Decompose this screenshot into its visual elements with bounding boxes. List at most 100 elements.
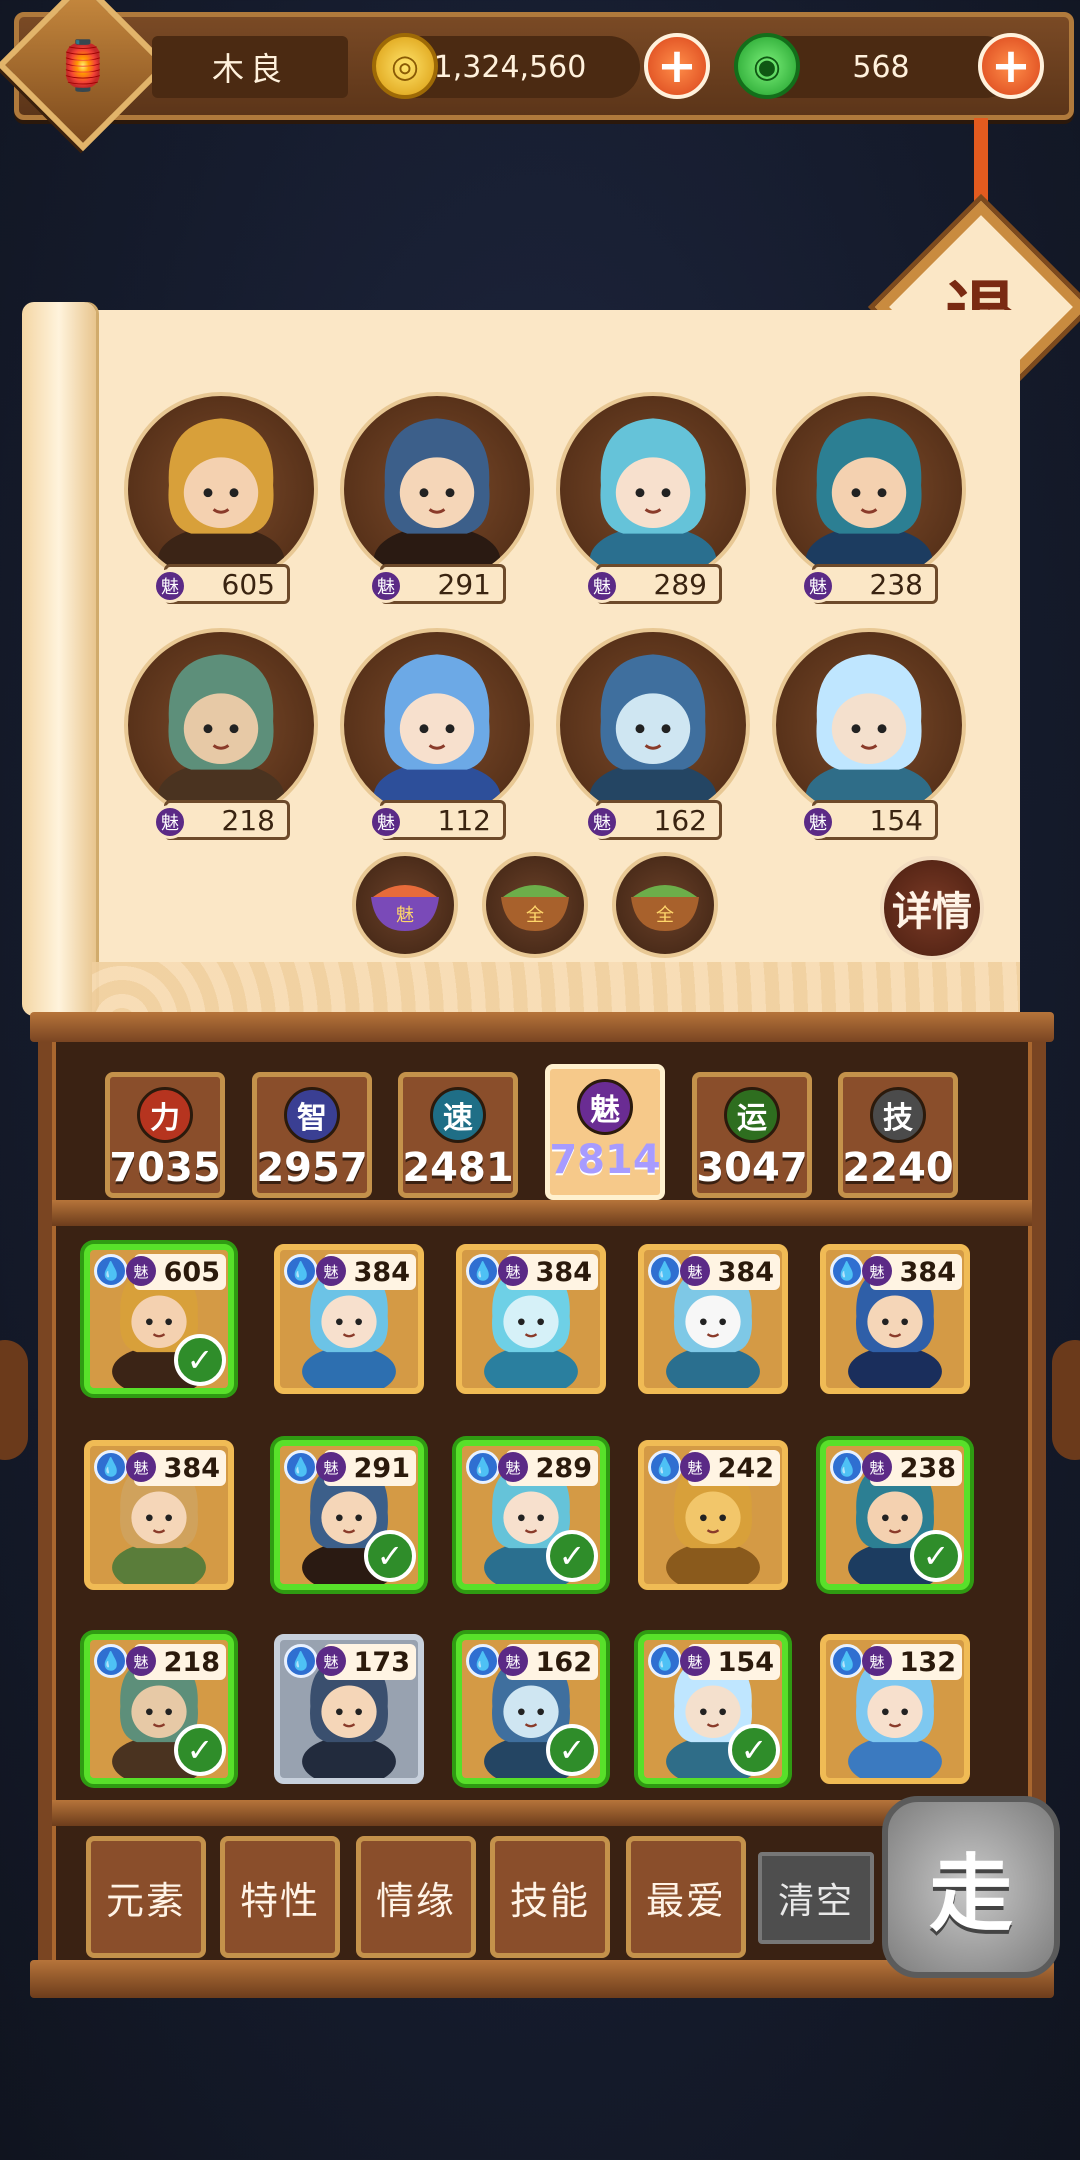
charm-icon: 魅 bbox=[680, 1646, 710, 1676]
treasure-box-icon[interactable]: 全 bbox=[612, 852, 718, 958]
water-drop-icon: 💧 bbox=[830, 1254, 864, 1288]
charm-value: 605 bbox=[221, 567, 275, 601]
water-drop-icon: 💧 bbox=[830, 1644, 864, 1678]
filter-skill-button[interactable]: 技能 bbox=[490, 1836, 610, 1958]
filter-favorite-button[interactable]: 最爱 bbox=[626, 1836, 746, 1958]
hero-card-charm: 魅 605 bbox=[126, 1254, 226, 1290]
water-drop-icon: 💧 bbox=[284, 1450, 318, 1484]
charm-value: 384 bbox=[899, 1256, 956, 1288]
hero-card[interactable]: 💧 魅 384 bbox=[638, 1244, 788, 1394]
check-icon: ✓ bbox=[546, 1724, 598, 1776]
filter-trait-button[interactable]: 特性 bbox=[220, 1836, 340, 1958]
hero-card[interactable]: 💧 魅 132 bbox=[820, 1634, 970, 1784]
featured-hero-charm: 魅 112 bbox=[369, 800, 506, 840]
featured-hero-portrait[interactable] bbox=[124, 628, 318, 822]
charm-value: 154 bbox=[869, 803, 923, 837]
featured-hero-portrait[interactable] bbox=[556, 392, 750, 586]
charm-value: 218 bbox=[221, 803, 275, 837]
hero-portrait-art bbox=[805, 418, 933, 582]
hero-card[interactable]: 💧 魅 154 ✓ bbox=[638, 1634, 788, 1784]
charm-icon: 魅 bbox=[585, 569, 619, 603]
treasure-box-icon[interactable]: 全 bbox=[482, 852, 588, 958]
strength-stat-value: 7035 bbox=[109, 1145, 221, 1191]
strength-stat-icon: 力 bbox=[137, 1087, 193, 1143]
charm-icon: 魅 bbox=[498, 1256, 528, 1286]
hero-portrait-art bbox=[373, 418, 501, 582]
hero-card[interactable]: 💧 魅 242 bbox=[638, 1440, 788, 1590]
luck-stat-icon: 运 bbox=[724, 1087, 780, 1143]
charm-value: 162 bbox=[653, 803, 707, 837]
food-label: 全 bbox=[526, 905, 544, 926]
water-drop-icon: 💧 bbox=[284, 1644, 318, 1678]
go-button[interactable]: 走 bbox=[882, 1796, 1060, 1978]
add-coins-button[interactable]: + bbox=[644, 33, 710, 99]
tab-intellect[interactable]: 智 2957 bbox=[252, 1072, 372, 1198]
charm-icon: 魅 bbox=[369, 569, 403, 603]
hero-card[interactable]: 💧 魅 384 bbox=[456, 1244, 606, 1394]
hero-card[interactable]: 💧 魅 291 ✓ bbox=[274, 1440, 424, 1590]
hero-card[interactable]: 💧 魅 384 bbox=[84, 1440, 234, 1590]
featured-hero-portrait[interactable] bbox=[340, 392, 534, 586]
hero-card[interactable]: 💧 魅 384 bbox=[820, 1244, 970, 1394]
charm-value: 238 bbox=[899, 1452, 956, 1484]
charm-stat-value: 7814 bbox=[549, 1137, 661, 1183]
hero-card[interactable]: 💧 魅 384 bbox=[274, 1244, 424, 1394]
charm-value: 384 bbox=[717, 1256, 774, 1288]
skill-stat-value: 2240 bbox=[842, 1145, 954, 1191]
hero-card-charm: 魅 132 bbox=[862, 1644, 962, 1680]
featured-hero-portrait[interactable] bbox=[556, 628, 750, 822]
coin-icon: ◎ bbox=[372, 33, 438, 99]
charm-value: 218 bbox=[163, 1646, 220, 1678]
food-bowl-icon[interactable]: 魅 bbox=[352, 852, 458, 958]
clear-button[interactable]: 清空 bbox=[758, 1852, 874, 1944]
hero-card[interactable]: 💧 魅 162 ✓ bbox=[456, 1634, 606, 1784]
filter-element-button[interactable]: 元素 bbox=[86, 1836, 206, 1958]
charm-icon: 魅 bbox=[585, 805, 619, 839]
water-drop-icon: 💧 bbox=[466, 1450, 500, 1484]
charm-value: 132 bbox=[899, 1646, 956, 1678]
featured-hero-portrait[interactable] bbox=[772, 392, 966, 586]
charm-icon: 魅 bbox=[498, 1646, 528, 1676]
skill-stat-icon: 技 bbox=[870, 1087, 926, 1143]
hero-card[interactable]: 💧 魅 605 ✓ bbox=[84, 1244, 234, 1394]
featured-hero-charm: 魅 238 bbox=[801, 564, 938, 604]
tab-speed[interactable]: 速 2481 bbox=[398, 1072, 518, 1198]
hero-card-charm: 魅 289 bbox=[498, 1450, 598, 1486]
hero-card[interactable]: 💧 魅 238 ✓ bbox=[820, 1440, 970, 1590]
water-drop-icon: 💧 bbox=[830, 1450, 864, 1484]
charm-stat-icon: 魅 bbox=[577, 1079, 633, 1135]
featured-hero-portrait[interactable] bbox=[124, 392, 318, 586]
hero-card[interactable]: 💧 魅 173 bbox=[274, 1634, 424, 1784]
tab-luck[interactable]: 运 3047 bbox=[692, 1072, 812, 1198]
charm-value: 162 bbox=[535, 1646, 592, 1678]
charm-icon: 魅 bbox=[316, 1646, 346, 1676]
jade-coin-icon: ◉ bbox=[734, 33, 800, 99]
featured-hero-portrait[interactable] bbox=[340, 628, 534, 822]
charm-value: 289 bbox=[653, 567, 707, 601]
hero-card-charm: 魅 291 bbox=[316, 1450, 416, 1486]
charm-icon: 魅 bbox=[862, 1646, 892, 1676]
hero-card[interactable]: 💧 魅 289 ✓ bbox=[456, 1440, 606, 1590]
charm-icon: 魅 bbox=[680, 1256, 710, 1286]
water-drop-icon: 💧 bbox=[94, 1644, 128, 1678]
water-drop-icon: 💧 bbox=[94, 1450, 128, 1484]
tab-skill[interactable]: 技 2240 bbox=[838, 1072, 958, 1198]
hero-portrait-art bbox=[805, 654, 933, 818]
tab-strength[interactable]: 力 7035 bbox=[105, 1072, 225, 1198]
food-label: 魅 bbox=[396, 905, 414, 926]
add-gems-button[interactable]: + bbox=[978, 33, 1044, 99]
featured-hero-charm: 魅 218 bbox=[153, 800, 290, 840]
filter-bond-button[interactable]: 情缘 bbox=[356, 1836, 476, 1958]
featured-hero-charm: 魅 291 bbox=[369, 564, 506, 604]
speed-stat-value: 2481 bbox=[402, 1145, 514, 1191]
charm-value: 242 bbox=[717, 1452, 774, 1484]
tab-charm[interactable]: 魅 7814 bbox=[545, 1064, 665, 1200]
hero-card[interactable]: 💧 魅 218 ✓ bbox=[84, 1634, 234, 1784]
charm-value: 112 bbox=[437, 803, 491, 837]
details-button[interactable]: 详情 bbox=[880, 856, 984, 960]
charm-value: 291 bbox=[437, 567, 491, 601]
featured-hero-portrait[interactable] bbox=[772, 628, 966, 822]
water-drop-icon: 💧 bbox=[94, 1254, 128, 1288]
hero-portrait-art bbox=[157, 418, 285, 582]
food-art: 魅 bbox=[371, 885, 439, 931]
